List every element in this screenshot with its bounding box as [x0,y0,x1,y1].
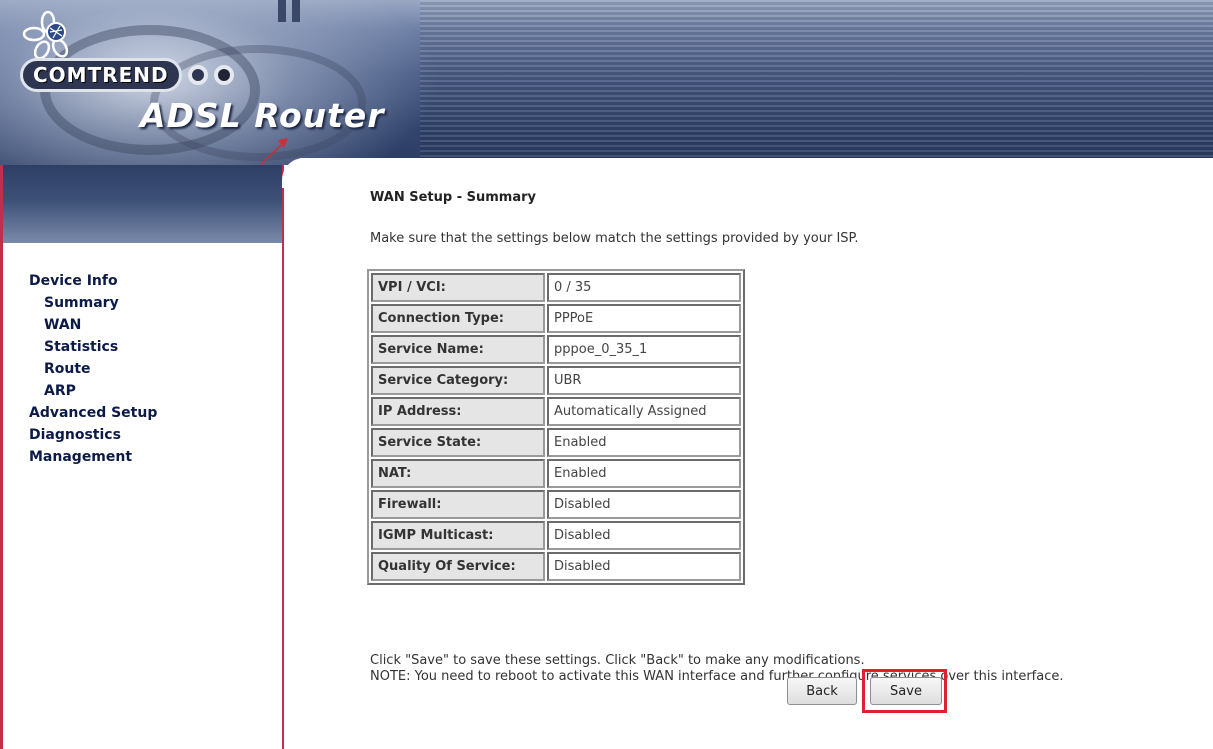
row-value: 0 / 35 [547,273,741,302]
sidebar-item-diagnostics[interactable]: Diagnostics [3,424,157,446]
row-value: UBR [547,366,741,395]
table-row: NAT: Enabled [371,459,741,488]
logo-text: COMTREND [20,58,182,92]
row-key: VPI / VCI: [371,273,545,302]
table-row: Firewall: Disabled [371,490,741,519]
back-button[interactable]: Back [787,677,857,705]
sidebar-item-route[interactable]: Route [3,358,157,380]
banner-stripes [420,0,1213,165]
sidebar-item-management[interactable]: Management [3,446,157,468]
comtrend-flower-icon [22,10,69,60]
row-value: Enabled [547,459,741,488]
row-value: PPPoE [547,304,741,333]
sidebar-item-device-info[interactable]: Device Info [3,270,157,292]
table-row: Service Category: UBR [371,366,741,395]
table-row: Service State: Enabled [371,428,741,457]
row-key: Service Name: [371,335,545,364]
row-key: Quality Of Service: [371,552,545,581]
row-value: Disabled [547,552,741,581]
comtrend-logo: COMTREND [20,58,312,92]
sidebar: Device Info Summary WAN Statistics Route… [0,165,284,749]
sidebar-item-summary[interactable]: Summary [3,292,157,314]
banner-post [292,0,300,22]
table-row: Quality Of Service: Disabled [371,552,741,581]
wan-summary-table: VPI / VCI: 0 / 35 Connection Type: PPPoE… [367,269,745,585]
footnote: Click "Save" to save these settings. Cli… [370,653,1064,685]
sidebar-nav: Device Info Summary WAN Statistics Route… [3,270,157,468]
row-key: Firewall: [371,490,545,519]
table-row: VPI / VCI: 0 / 35 [371,273,741,302]
row-value: pppoe_0_35_1 [547,335,741,364]
row-key: Connection Type: [371,304,545,333]
row-value: Enabled [547,428,741,457]
row-value: Disabled [547,490,741,519]
table-row: IP Address: Automatically Assigned [371,397,741,426]
logo-circle-icon [187,65,208,85]
table-row: Service Name: pppoe_0_35_1 [371,335,741,364]
content-top-edge [300,158,1213,168]
row-value: Disabled [547,521,741,550]
content-corner [282,158,342,188]
row-key: Service Category: [371,366,545,395]
sidebar-item-arp[interactable]: ARP [3,380,157,402]
save-button[interactable]: Save [870,677,942,705]
row-key: Service State: [371,428,545,457]
row-key: NAT: [371,459,545,488]
footnote-save-back: Click "Save" to save these settings. Cli… [370,653,865,668]
page-title: WAN Setup - Summary [370,190,536,205]
row-key: IGMP Multicast: [371,521,545,550]
logo-circle-icon [213,65,234,85]
row-value: Automatically Assigned [547,397,741,426]
table-row: Connection Type: PPPoE [371,304,741,333]
row-key: IP Address: [371,397,545,426]
header-banner: COMTREND ADSL Router [0,0,1213,165]
instructions-text: Make sure that the settings below match … [370,231,859,246]
table-row: IGMP Multicast: Disabled [371,521,741,550]
footnote-reboot-note: NOTE: You need to reboot to activate thi… [370,669,1064,684]
sidebar-item-advanced-setup[interactable]: Advanced Setup [3,402,157,424]
red-swoosh-decoration [259,138,288,165]
sidebar-item-statistics[interactable]: Statistics [3,336,157,358]
sidebar-item-wan[interactable]: WAN [3,314,157,336]
sidebar-header-art [3,165,282,243]
banner-post [278,0,286,22]
